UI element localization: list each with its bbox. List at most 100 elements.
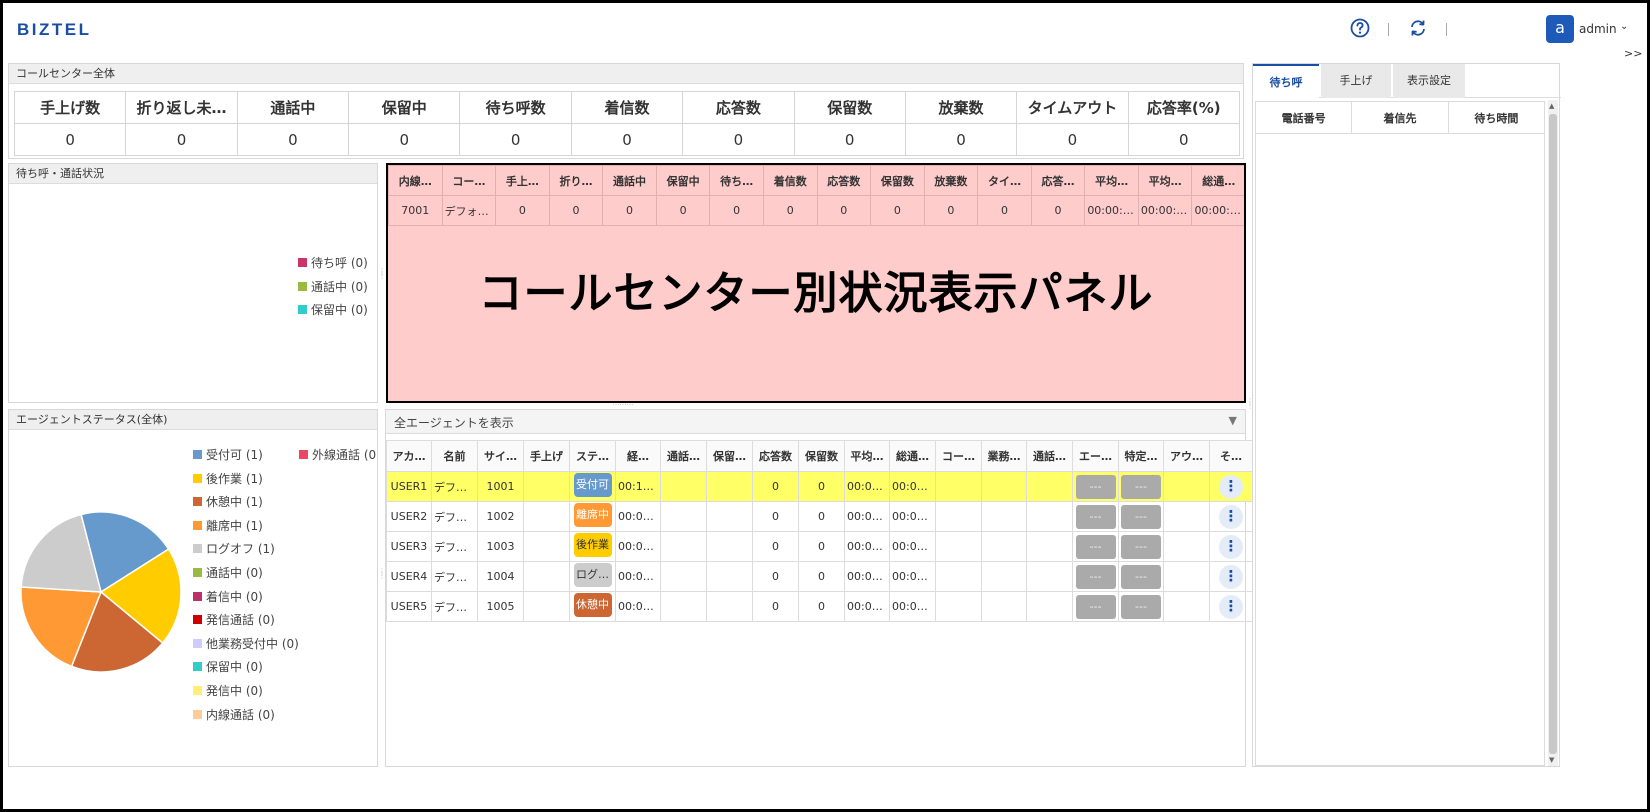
agent-column-header[interactable]: 通話… xyxy=(660,440,707,472)
legend-item[interactable]: 保留中 (0) xyxy=(193,658,263,675)
specific-action-button[interactable]: --- xyxy=(1121,474,1161,499)
legend-item[interactable]: 他業務受付中 (0) xyxy=(193,635,299,652)
agent-column-header[interactable]: コー… xyxy=(935,440,982,472)
more-options-icon[interactable]: ⋮ xyxy=(1219,474,1243,499)
specific-action-button[interactable]: --- xyxy=(1121,504,1161,529)
agent-column-header[interactable]: 名前 xyxy=(431,440,478,472)
callcenter-column-header[interactable]: 保留数 xyxy=(870,165,925,196)
more-options-icon[interactable]: ⋮ xyxy=(1219,504,1243,529)
legend-item[interactable]: 内線通話 (0) xyxy=(193,706,275,723)
agent-column-header[interactable]: 経… xyxy=(615,440,661,472)
legend-item[interactable]: 通話中 (0) xyxy=(193,564,263,581)
agent-column-header[interactable]: 保留数 xyxy=(798,440,845,472)
agent-column-header[interactable]: 平均… xyxy=(844,440,890,472)
legend-item[interactable]: 保留中 (0) xyxy=(298,301,368,318)
agent-row[interactable]: USER3 デフォ… 1003 後作業 00:00… 0 0 00:00… 00:00… --- -… xyxy=(386,531,1253,562)
legend-item[interactable]: 外線通話 (0 xyxy=(299,446,376,463)
callcenter-column-header[interactable]: 応答数 xyxy=(816,165,872,196)
status-badge[interactable]: ログ… xyxy=(573,563,612,587)
specific-action-button-cell: --- xyxy=(1118,591,1164,622)
callcenter-column-header[interactable]: 放棄数 xyxy=(923,165,979,196)
agent-column-header[interactable]: 応答数 xyxy=(752,440,799,472)
callcenter-column-header[interactable]: タイ… xyxy=(977,165,1032,196)
agent-filter-dropdown[interactable]: 全エージェントを表示 ▼ xyxy=(386,410,1245,434)
column-header-phone[interactable]: 電話番号 xyxy=(1254,101,1353,134)
callcenter-column-header[interactable]: 総通… xyxy=(1191,165,1244,196)
legend-item[interactable]: 休憩中 (1) xyxy=(193,493,263,510)
legend-item[interactable]: 発信通話 (0) xyxy=(193,611,275,628)
agent-column-header[interactable]: エー… xyxy=(1072,440,1119,472)
vertical-scrollbar[interactable]: ▲ ▼ xyxy=(1548,100,1558,766)
column-header-destination[interactable]: 着信先 xyxy=(1351,101,1449,134)
resize-handle[interactable]: ⋮ ⋮ xyxy=(378,568,386,580)
agent-row[interactable]: USER1 デフォ… 1001 受付可 00:18… 0 0 00:00… 00:00… --- -… xyxy=(386,471,1253,502)
callcenter-column-header[interactable]: 折り… xyxy=(548,165,604,196)
resize-handle[interactable]: ⋮ ⋮ xyxy=(378,268,386,280)
more-options-icon[interactable]: ⋮ xyxy=(1219,534,1243,559)
legend-item[interactable]: 通話中 (0) xyxy=(298,278,368,295)
legend-item[interactable]: ログオフ (1) xyxy=(193,540,275,557)
callcenter-column-header[interactable]: 保留中 xyxy=(655,165,711,196)
status-badge[interactable]: 休憩中 xyxy=(573,593,612,617)
agent-column-header[interactable]: アカ… xyxy=(386,440,432,472)
agent-column-header[interactable]: 業務… xyxy=(981,440,1027,472)
legend-item[interactable]: 後作業 (1) xyxy=(193,470,263,487)
agent-action-button[interactable]: --- xyxy=(1075,534,1116,559)
user-name[interactable]: admin xyxy=(1579,22,1617,36)
agent-column-header[interactable]: ステ… xyxy=(569,440,616,472)
agent-column-header[interactable]: 保留… xyxy=(706,440,753,472)
agent-column-header[interactable]: 特定… xyxy=(1118,440,1164,472)
user-avatar[interactable]: a xyxy=(1546,15,1574,43)
collapse-panel-button[interactable]: >> xyxy=(1624,47,1642,60)
agent-column-header[interactable]: 総通… xyxy=(889,440,936,472)
scroll-up-icon[interactable]: ▲ xyxy=(1549,102,1554,110)
more-options-icon[interactable]: ⋮ xyxy=(1219,594,1243,619)
scrollbar-thumb[interactable] xyxy=(1549,114,1557,754)
column-header-wait-time[interactable]: 待ち時間 xyxy=(1447,101,1546,134)
specific-action-button[interactable]: --- xyxy=(1121,594,1161,619)
agent-row[interactable]: USER2 デフォ… 1002 離席中 00:00… 0 0 00:00… 00:00… --- -… xyxy=(386,501,1253,532)
agent-action-button[interactable]: --- xyxy=(1075,504,1116,529)
status-badge[interactable]: 受付可 xyxy=(573,473,612,497)
resize-handle[interactable]: ⋯⋯⋯ xyxy=(612,400,634,409)
refresh-icon[interactable] xyxy=(1408,18,1428,38)
callcenter-column-header[interactable]: コー… xyxy=(441,165,497,196)
legend-item[interactable]: 離席中 (1) xyxy=(193,517,263,534)
agent-column-header[interactable]: 手上げ xyxy=(523,440,570,472)
agent-column-header[interactable]: サイ… xyxy=(477,440,524,472)
agent-answered-count: 0 xyxy=(752,531,799,562)
callcenter-column-header[interactable]: 応答… xyxy=(1030,165,1086,196)
help-icon[interactable] xyxy=(1350,18,1370,38)
legend-item[interactable]: 待ち呼 (0) xyxy=(298,254,368,271)
callcenter-column-header[interactable]: 平均… xyxy=(1137,165,1193,196)
tab-waiting-calls[interactable]: 待ち呼 xyxy=(1253,64,1319,98)
callcenter-column-header[interactable]: 内線… xyxy=(388,165,443,196)
tab-display-settings[interactable]: 表示設定 xyxy=(1393,64,1465,98)
agent-row[interactable]: USER5 デフォ… 1005 休憩中 00:01… 0 0 00:00… 00:00… --- -… xyxy=(386,591,1253,622)
callcenter-column-header[interactable]: 通話中 xyxy=(602,165,657,196)
agent-action-button[interactable]: --- xyxy=(1075,594,1116,619)
callcenter-cell: 0 xyxy=(548,195,604,226)
legend-item[interactable]: 着信中 (0) xyxy=(193,588,263,605)
specific-action-button[interactable]: --- xyxy=(1121,534,1161,559)
agent-column-header[interactable]: アウ… xyxy=(1163,440,1210,472)
callcenter-column-header[interactable]: 手上… xyxy=(495,165,550,196)
agent-action-button[interactable]: --- xyxy=(1075,564,1116,589)
agent-column-header[interactable]: そ… xyxy=(1209,440,1253,472)
agent-action-button[interactable]: --- xyxy=(1075,474,1116,499)
scroll-down-icon[interactable]: ▼ xyxy=(1549,756,1554,764)
more-options-icon[interactable]: ⋮ xyxy=(1219,564,1243,589)
callcenter-column-header[interactable]: 着信数 xyxy=(762,165,818,196)
legend-item[interactable]: 受付可 (1) xyxy=(193,446,263,463)
agent-column-header[interactable]: 通話… xyxy=(1026,440,1073,472)
status-badge[interactable]: 後作業 xyxy=(573,533,612,557)
biztel-logo[interactable]: BIZTEL xyxy=(17,20,92,40)
specific-action-button[interactable]: --- xyxy=(1121,564,1161,589)
agent-row[interactable]: USER4 デフォ… 1004 ログ… 00:00… 0 0 00:00… 00:00… --- -… xyxy=(386,561,1253,592)
status-badge[interactable]: 離席中 xyxy=(573,503,612,527)
chevron-down-icon[interactable]: ⌄ xyxy=(1620,21,1628,32)
tab-raise-hand[interactable]: 手上げ xyxy=(1321,64,1391,98)
callcenter-column-header[interactable]: 平均… xyxy=(1084,165,1139,196)
callcenter-column-header[interactable]: 待ち… xyxy=(709,165,764,196)
legend-item[interactable]: 発信中 (0) xyxy=(193,682,263,699)
